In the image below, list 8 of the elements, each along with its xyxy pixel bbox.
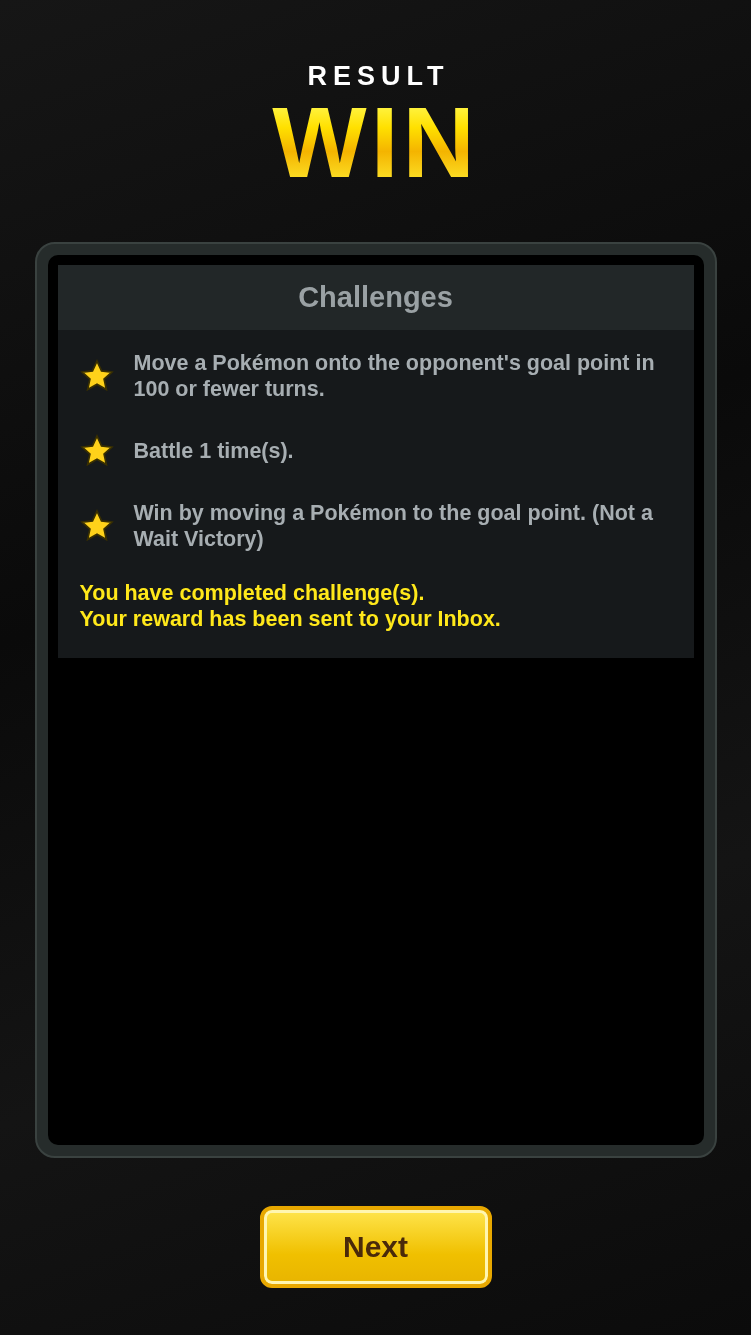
challenge-text: Move a Pokémon onto the opponent's goal point in 100 or fewer turns. <box>133 350 656 402</box>
completion-message: Your reward has been sent to your Inbox. <box>79 606 502 632</box>
completion-message: You have completed challenge(s). <box>79 580 426 606</box>
next-button[interactable]: Next <box>259 1206 492 1288</box>
result-label: RESULT <box>306 60 450 92</box>
challenge-text: Win by moving a Pokémon to the goal point. (Not a Wait Victory) <box>133 500 654 552</box>
challenge-text: Battle 1 time(s). <box>133 438 294 464</box>
challenges-title: Challenges <box>298 281 453 314</box>
